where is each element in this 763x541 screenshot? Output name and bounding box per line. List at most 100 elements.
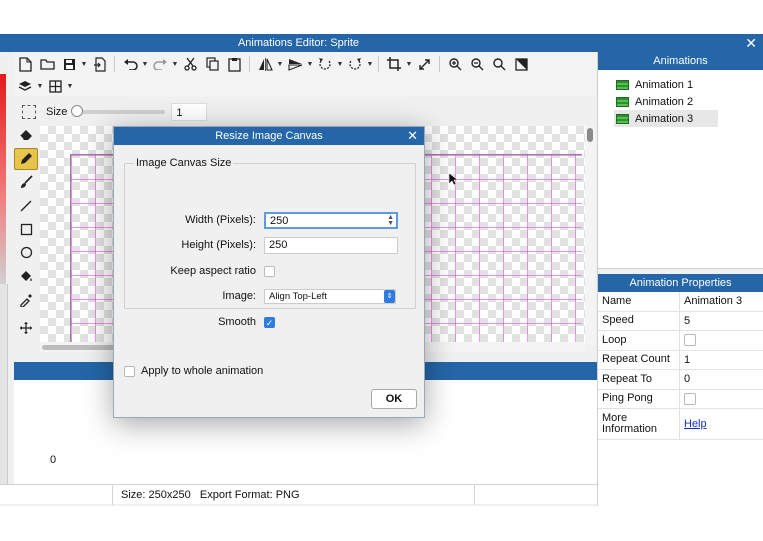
property-row-speed: Speed 5 <box>598 311 763 331</box>
flip-vertical-icon[interactable] <box>284 54 306 74</box>
width-label: Width (Pixels): <box>185 214 256 226</box>
animations-list: Animation 1 Animation 2 Animation 3 <box>598 70 763 268</box>
vertical-scroll-thumb[interactable] <box>587 128 593 142</box>
height-input[interactable]: 250 <box>264 236 398 254</box>
brush-icon[interactable] <box>14 171 38 193</box>
property-row-ping-pong: Ping Pong <box>598 389 763 409</box>
flip-horizontal-caret-icon[interactable]: ▼ <box>276 61 284 68</box>
crop-icon[interactable] <box>383 54 405 74</box>
repeat-to-value[interactable]: 0 <box>680 370 763 389</box>
window-close-icon[interactable]: ✕ <box>745 34 757 52</box>
property-row-loop: Loop <box>598 331 763 351</box>
fit-icon[interactable] <box>510 54 532 74</box>
animation-list-item[interactable]: Animation 1 <box>614 76 718 93</box>
cut-icon[interactable] <box>179 54 201 74</box>
property-label: More Information <box>598 409 680 439</box>
paste-icon[interactable] <box>223 54 245 74</box>
size-slider-knob[interactable] <box>71 105 84 117</box>
pencil-icon[interactable] <box>14 147 38 170</box>
color-strip[interactable] <box>0 74 6 284</box>
window-title-bar: Animations Editor: Sprite <box>0 34 597 52</box>
dialog-title-bar: Resize Image Canvas ✕ <box>114 127 424 145</box>
zoom-reset-icon[interactable] <box>488 54 510 74</box>
properties-grid: Name Animation 3 Speed 5 Loop Repeat Cou… <box>598 292 763 440</box>
zoom-out-icon[interactable] <box>466 54 488 74</box>
select-arrows-icon[interactable]: ⇕ <box>384 289 395 303</box>
redo-icon[interactable] <box>149 54 171 74</box>
ellipse-icon[interactable] <box>14 242 38 264</box>
new-file-icon[interactable] <box>14 54 36 74</box>
fill-icon[interactable] <box>14 265 38 287</box>
save-dropdown-caret-icon[interactable]: ▼ <box>80 61 88 68</box>
rotate-right-icon[interactable] <box>344 54 366 74</box>
zoom-in-icon[interactable] <box>444 54 466 74</box>
loop-checkbox[interactable] <box>684 334 696 347</box>
apply-all-checkbox[interactable] <box>124 365 135 377</box>
ok-button[interactable]: OK <box>371 389 417 409</box>
image-align-select[interactable]: Align Top-Left ⇕ <box>264 288 396 304</box>
keep-aspect-checkbox[interactable] <box>264 265 275 277</box>
height-row: Height (Pixels): 250 <box>114 236 426 254</box>
property-label: Repeat Count <box>598 350 680 369</box>
rotate-right-caret-icon[interactable]: ▼ <box>366 61 374 68</box>
crop-caret-icon[interactable]: ▼ <box>405 61 413 68</box>
save-icon[interactable] <box>58 54 80 74</box>
eyedropper-icon[interactable] <box>14 289 38 311</box>
grid-icon[interactable] <box>44 76 66 96</box>
width-stepper-icon[interactable]: ▲ ▼ <box>387 214 394 227</box>
size-input[interactable]: 1 <box>171 103 208 121</box>
layers-icon[interactable] <box>14 76 36 96</box>
toolbar-separator <box>378 56 379 72</box>
selection-tool-icon[interactable] <box>22 105 36 119</box>
move-icon[interactable] <box>14 317 38 339</box>
smooth-row: Smooth ✓ <box>114 313 426 331</box>
animation-label: Animation 3 <box>635 112 694 125</box>
speed-value[interactable]: 5 <box>680 312 763 331</box>
flip-vertical-caret-icon[interactable]: ▼ <box>306 61 314 68</box>
flip-horizontal-icon[interactable] <box>254 54 276 74</box>
ping-pong-checkbox[interactable] <box>684 392 696 405</box>
status-export-format: Export Format: PNG <box>199 489 300 501</box>
toolbar-separator <box>439 56 440 72</box>
frame-index-label: 0 <box>50 454 57 466</box>
grid-caret-icon[interactable]: ▼ <box>66 83 74 90</box>
property-label: Ping Pong <box>598 389 680 408</box>
animation-list-item[interactable]: Animation 2 <box>614 93 718 110</box>
rotate-left-caret-icon[interactable]: ▼ <box>336 61 344 68</box>
redo-dropdown-caret-icon[interactable]: ▼ <box>171 61 179 68</box>
copy-icon[interactable] <box>201 54 223 74</box>
width-input[interactable]: 250 ▲ ▼ <box>264 211 398 229</box>
layers-caret-icon[interactable]: ▼ <box>36 83 44 90</box>
status-size-format: Size: 250x250 Export Format: PNG <box>112 485 474 505</box>
size-label: Size <box>46 106 68 118</box>
undo-icon[interactable] <box>119 54 141 74</box>
property-row-name: Name Animation 3 <box>598 292 763 312</box>
undo-dropdown-caret-icon[interactable]: ▼ <box>141 61 149 68</box>
name-value[interactable]: Animation 3 <box>680 292 763 311</box>
size-slider[interactable] <box>71 105 166 117</box>
right-panel: Animations Animation 1 Animation 2 Anima… <box>597 52 763 506</box>
properties-panel-title: Animation Properties <box>598 274 763 292</box>
image-label: Image: <box>222 290 256 302</box>
status-bar: Size: 250x250 Export Format: PNG <box>0 484 597 505</box>
dialog-title: Resize Image Canvas <box>215 130 323 142</box>
canvas-vertical-scrollbar[interactable] <box>585 126 595 344</box>
export-icon[interactable] <box>88 54 110 74</box>
property-label: Name <box>598 292 680 311</box>
line-icon[interactable] <box>14 195 38 217</box>
open-folder-icon[interactable] <box>36 54 58 74</box>
resize-icon[interactable] <box>413 54 435 74</box>
rectangle-icon[interactable] <box>14 218 38 240</box>
left-side-panel <box>0 284 8 484</box>
rotate-left-icon[interactable] <box>314 54 336 74</box>
eraser-icon[interactable] <box>14 124 38 146</box>
film-strip-icon <box>616 79 629 90</box>
smooth-checkbox[interactable]: ✓ <box>264 316 275 328</box>
help-link[interactable]: Help <box>684 418 707 430</box>
animation-label: Animation 1 <box>635 78 694 91</box>
width-row: Width (Pixels): 250 ▲ ▼ <box>114 211 426 229</box>
repeat-count-value[interactable]: 1 <box>680 351 763 370</box>
brush-size-row: Size 1 <box>14 100 597 124</box>
animation-list-item-selected[interactable]: Animation 3 <box>614 110 718 127</box>
dialog-close-icon[interactable]: ✕ <box>407 127 418 145</box>
